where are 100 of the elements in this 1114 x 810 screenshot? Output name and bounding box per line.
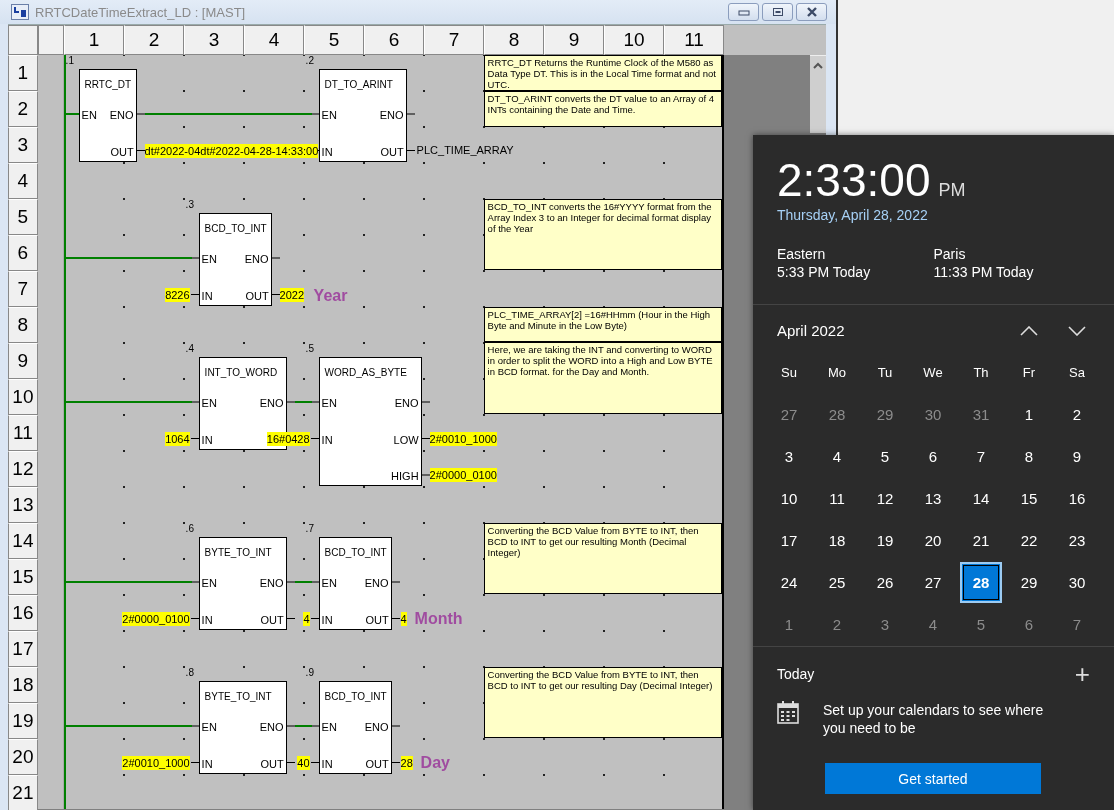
row-header: 18 (8, 667, 38, 703)
pin-label: ENO (244, 252, 269, 266)
pin-label: EN (321, 396, 337, 410)
calendar-day[interactable]: 5 (960, 603, 1002, 645)
live-value: 2022 (279, 288, 305, 302)
add-event-button[interactable]: + (1074, 663, 1090, 685)
calendar-day[interactable]: 13 (912, 477, 954, 519)
scrollbar[interactable] (810, 55, 826, 133)
close-button[interactable] (796, 3, 827, 21)
pin-line (310, 438, 320, 439)
column-header: 4 (244, 25, 304, 55)
calendar-day[interactable]: 8 (1008, 435, 1050, 477)
calendar-day[interactable]: 7 (960, 435, 1002, 477)
next-month-icon[interactable] (1068, 325, 1086, 336)
pin-label: IN (321, 432, 333, 447)
block-name: BYTE_TO_INT (204, 691, 272, 702)
block-number: .8 (185, 667, 194, 678)
block-name: RRTC_DT (84, 79, 132, 90)
restore-button[interactable] (762, 3, 793, 21)
row-header: 7 (8, 271, 38, 307)
close-icon[interactable] (805, 7, 818, 17)
calendar-day[interactable]: 4 (912, 603, 954, 645)
calendar-day[interactable]: 27 (912, 561, 954, 603)
calendar-day[interactable]: 11 (816, 477, 858, 519)
calendar-day[interactable]: 3 (864, 603, 906, 645)
calendar-day[interactable]: 20 (912, 519, 954, 561)
calendar-day[interactable]: 14 (960, 477, 1002, 519)
calendar-day[interactable]: 29 (1008, 561, 1050, 603)
function-block[interactable]: BCD_TO_INT EN IN ENO OUT (318, 537, 392, 630)
function-block[interactable]: BCD_TO_INT EN IN ENO OUT (318, 681, 392, 774)
pin-label: EN (201, 396, 217, 410)
calendar-day[interactable]: 17 (768, 519, 810, 561)
function-block[interactable]: BCD_TO_INT EN IN ENO OUT (198, 213, 272, 306)
calendar-day[interactable]: 22 (1008, 519, 1050, 561)
pin-label: LOW (393, 432, 419, 447)
calendar-day[interactable]: 29 (864, 393, 906, 435)
column-header: 5 (304, 25, 364, 55)
calendar-day[interactable]: 7 (1056, 603, 1098, 645)
calendar-day[interactable]: 27 (768, 393, 810, 435)
function-block[interactable]: RRTC_DT EN ENO OUT (78, 69, 137, 162)
minimize-icon[interactable] (737, 8, 750, 16)
function-block[interactable]: WORD_AS_BYTE EN IN ENO LOW HIGH (318, 357, 422, 486)
block-name: WORD_AS_BYTE (324, 367, 407, 378)
restore-icon[interactable] (771, 7, 784, 17)
calendar-day[interactable]: 3 (768, 435, 810, 477)
pin-line (136, 150, 146, 151)
comment-box: RRTC_DT Returns the Runtime Clock of the M580 as Data Type DT. This is in the Local Time format and not UTC. (483, 55, 722, 91)
calendar-day[interactable]: 21 (960, 519, 1002, 561)
pin-label: EN (321, 108, 337, 122)
calendar-day[interactable]: 26 (864, 561, 906, 603)
get-started-button[interactable]: Get started (825, 763, 1041, 794)
calendar-day[interactable]: 30 (1056, 561, 1098, 603)
zone-name: Eastern (777, 246, 827, 262)
function-block[interactable]: BYTE_TO_INT EN IN ENO OUT (198, 681, 287, 774)
calendar-day[interactable]: 19 (864, 519, 906, 561)
calendar-day[interactable]: 25 (816, 561, 858, 603)
calendar-day[interactable]: 28 (816, 393, 858, 435)
calendar-day[interactable]: 12 (864, 477, 906, 519)
block-name: DT_TO_ARINT (324, 79, 393, 90)
pin-label: EN (321, 576, 337, 590)
pin-line (310, 581, 320, 583)
row-header: 13 (8, 487, 38, 523)
calendar-day[interactable]: 2 (816, 603, 858, 645)
calendar-day[interactable]: 1 (768, 603, 810, 645)
calendar-day[interactable]: 6 (1008, 603, 1050, 645)
weekday-label: We (922, 363, 944, 382)
pin-label: OUT (365, 612, 389, 627)
pin-line (190, 257, 200, 259)
zone-name: Paris (933, 246, 967, 262)
pin-label: IN (201, 288, 213, 303)
row-header: 11 (8, 415, 38, 451)
calendar-day[interactable]: 16 (1056, 477, 1098, 519)
calendar-day[interactable]: 28 (960, 561, 1002, 603)
function-block[interactable]: DT_TO_ARINT EN IN ENO OUT (318, 69, 407, 162)
calendar-day[interactable]: 23 (1056, 519, 1098, 561)
pin-line (286, 401, 296, 403)
calendar-day[interactable]: 2 (1056, 393, 1098, 435)
calendar-day[interactable]: 1 (1008, 393, 1050, 435)
pin-line (271, 294, 281, 295)
result-label: Day (420, 753, 450, 773)
month-title[interactable]: April 2022 (777, 322, 990, 339)
calendar-day[interactable]: 15 (1008, 477, 1050, 519)
pin-line (286, 762, 296, 763)
function-block[interactable]: BYTE_TO_INT EN IN ENO OUT (198, 537, 287, 630)
calendar-day[interactable]: 24 (768, 561, 810, 603)
calendar-day[interactable]: 31 (960, 393, 1002, 435)
comment-box: PLC_TIME_ARRAY[2] =16#HHmm (Hour in the High Byte and Minute in the Low Byte) (483, 307, 722, 342)
pin-label: HIGH (391, 469, 419, 483)
date-link[interactable]: Thursday, April 28, 2022 (777, 207, 928, 223)
previous-month-icon[interactable] (1020, 325, 1038, 336)
calendar-day[interactable]: 18 (816, 519, 858, 561)
row-header: 12 (8, 451, 38, 487)
calendar-day[interactable]: 5 (864, 435, 906, 477)
comment-box: Converting the BCD Value from BYTE to INT, then BCD to INT to get our resulting Month (Decimal Integer) (483, 523, 722, 594)
calendar-day[interactable]: 9 (1056, 435, 1098, 477)
calendar-day[interactable]: 10 (768, 477, 810, 519)
calendar-day[interactable]: 4 (816, 435, 858, 477)
calendar-day[interactable]: 30 (912, 393, 954, 435)
calendar-day[interactable]: 6 (912, 435, 954, 477)
pin-line (286, 618, 296, 619)
